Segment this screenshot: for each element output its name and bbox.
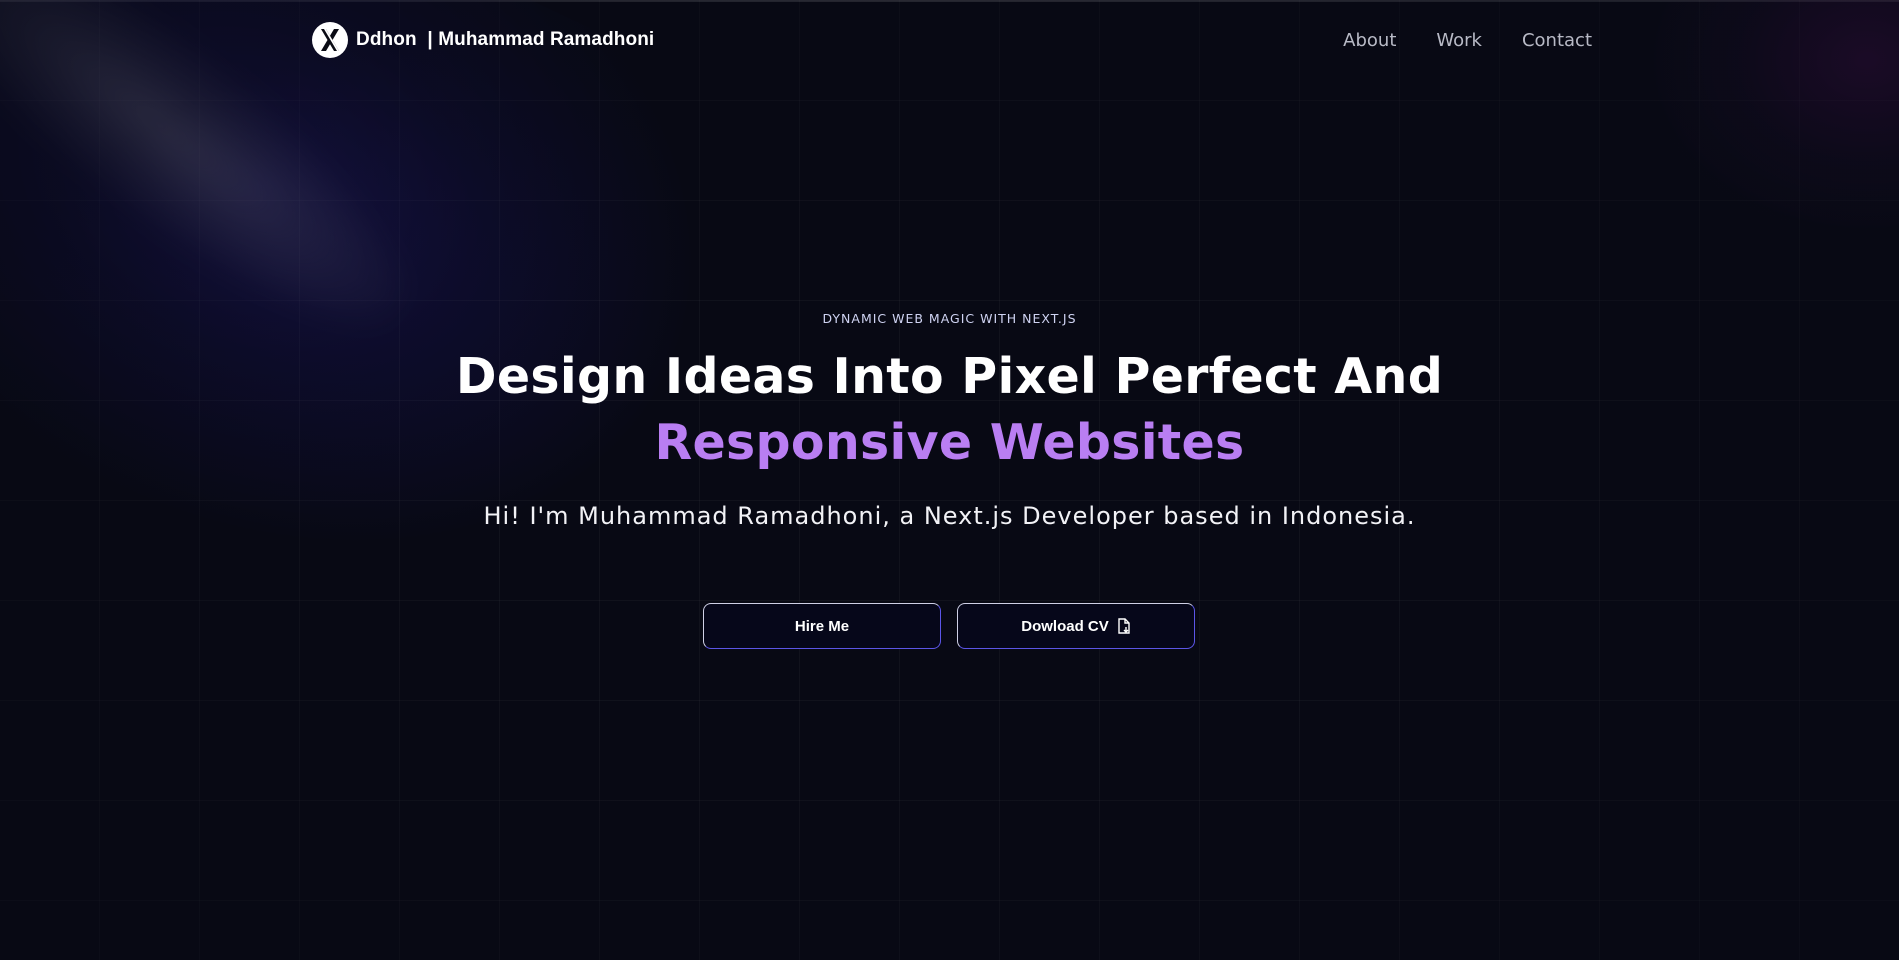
download-cv-button[interactable]: Dowload CV xyxy=(957,603,1195,649)
hero-headline: Design Ideas Into Pixel Perfect And Resp… xyxy=(0,344,1899,476)
hero-eyebrow: DYNAMIC WEB MAGIC WITH NEXT.JS xyxy=(822,311,1077,326)
background-grid-fade xyxy=(0,0,1899,960)
nav-link-about[interactable]: About xyxy=(1343,30,1396,51)
nav-link-contact[interactable]: Contact xyxy=(1522,30,1592,51)
file-download-icon xyxy=(1117,618,1131,634)
hire-me-label: Hire Me xyxy=(794,617,850,635)
hero-headline-line1: Design Ideas Into Pixel Perfect And xyxy=(455,348,1444,405)
page: Ddhon | Muhammad Ramadhoni About Work Co… xyxy=(0,0,1899,960)
nav-link-work[interactable]: Work xyxy=(1436,30,1482,51)
download-cv-label: Dowload CV xyxy=(1021,617,1109,635)
brand-name: Ddhon | Muhammad Ramadhoni xyxy=(356,29,655,50)
site-header: Ddhon | Muhammad Ramadhoni About Work Co… xyxy=(312,20,1592,60)
hire-me-button[interactable]: Hire Me xyxy=(703,603,941,649)
hero-actions: Hire Me Dowload CV xyxy=(703,603,1195,649)
main-nav: About Work Contact xyxy=(1343,30,1592,51)
brand-link[interactable]: Ddhon | Muhammad Ramadhoni xyxy=(312,22,654,58)
x-logo-icon xyxy=(312,22,348,58)
hero-headline-accent: Responsive Websites xyxy=(654,414,1245,471)
hero-intro: Hi! I'm Muhammad Ramadhoni, a Next.js De… xyxy=(483,502,1416,530)
